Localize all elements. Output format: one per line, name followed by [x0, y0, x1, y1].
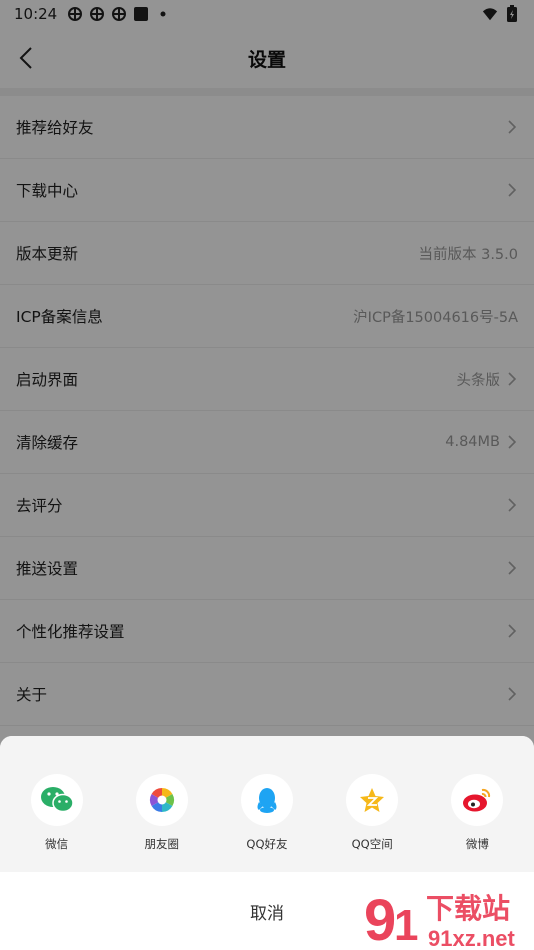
share-qq-button[interactable]: QQ好友	[227, 774, 307, 872]
watermark-title: 下载站	[426, 892, 510, 925]
moments-icon	[149, 788, 174, 812]
watermark-url: 91xz.net	[428, 926, 515, 950]
svg-text:1: 1	[394, 901, 418, 950]
wechat-icon	[40, 787, 74, 813]
share-options: 微信 朋友圈 QQ好友 QQ空间 微博	[0, 736, 534, 872]
weibo-icon	[463, 788, 491, 812]
share-label: 微信	[45, 837, 69, 851]
share-weibo-button[interactable]: 微博	[437, 774, 517, 872]
share-moments-button[interactable]: 朋友圈	[122, 774, 202, 872]
share-wechat-button[interactable]: 微信	[17, 774, 97, 872]
share-label: QQ好友	[246, 837, 288, 851]
qq-icon	[257, 788, 277, 813]
svg-text:9: 9	[364, 888, 396, 950]
share-qzone-button[interactable]: QQ空间	[332, 774, 412, 872]
share-label: 朋友圈	[144, 837, 180, 851]
qzone-icon	[360, 788, 385, 812]
share-label: QQ空间	[351, 837, 393, 851]
share-label: 微博	[465, 837, 489, 851]
site-watermark: 9 1 下载站 91xz.net	[364, 888, 515, 950]
